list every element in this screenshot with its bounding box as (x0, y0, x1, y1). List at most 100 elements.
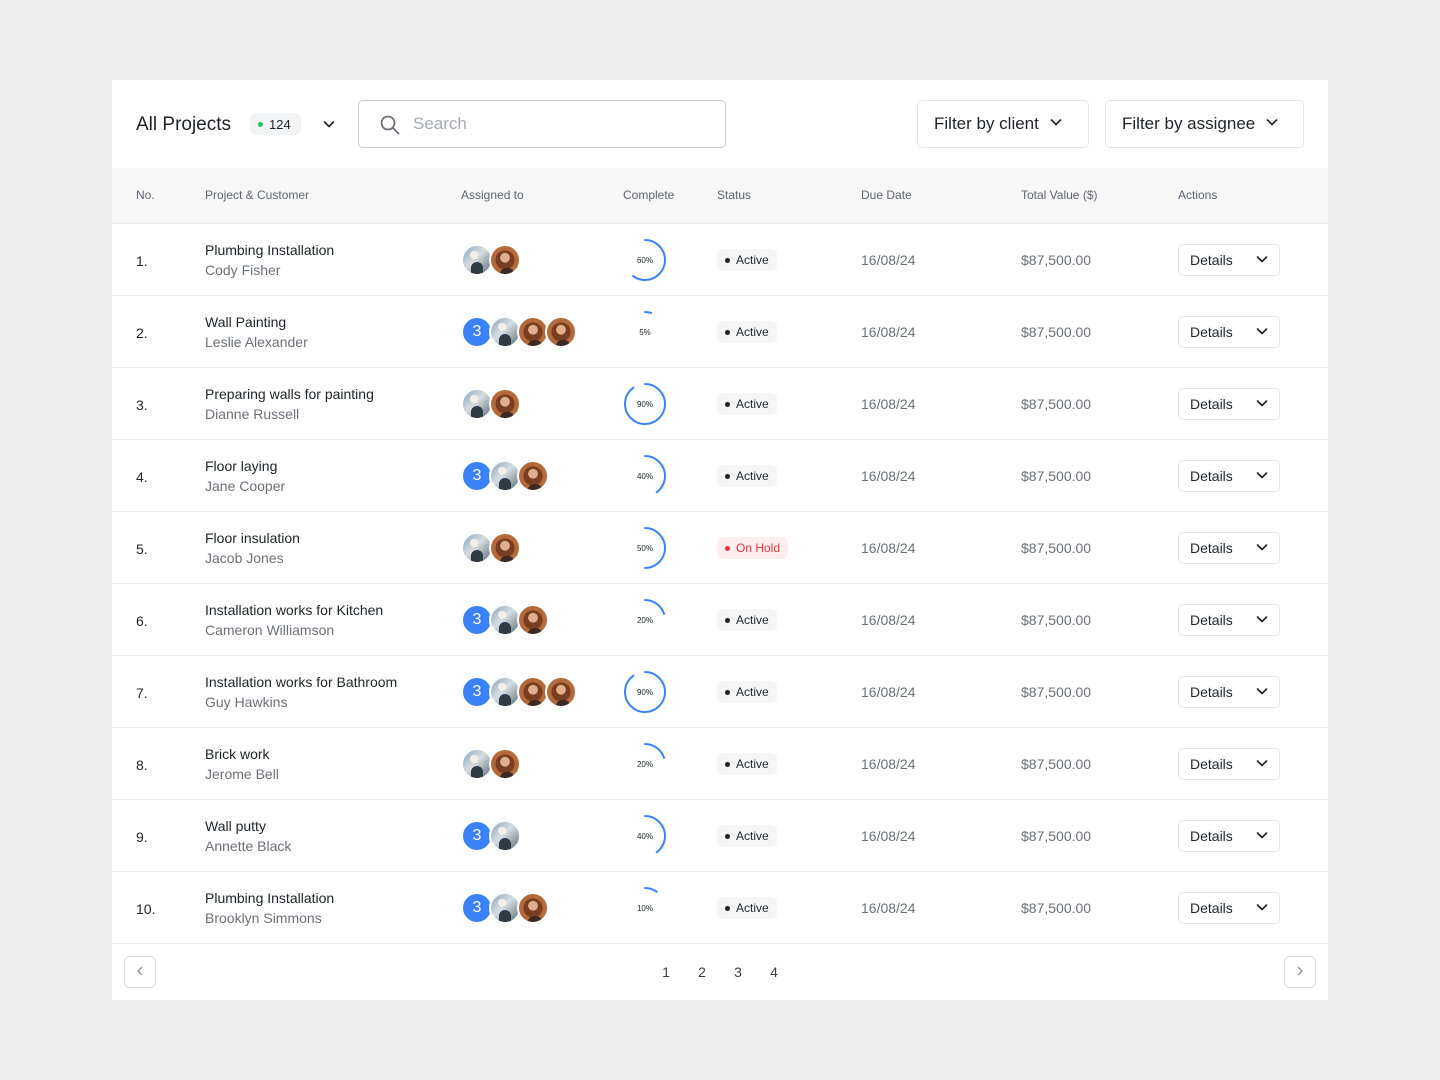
prev-page-button[interactable] (124, 956, 156, 988)
avatar[interactable] (489, 748, 521, 780)
table-row[interactable]: 1. Plumbing Installation Cody Fisher 60% Act… (112, 224, 1328, 296)
filter-by-client-dropdown[interactable]: Filter by client (917, 100, 1089, 148)
page-3[interactable]: 3 (730, 964, 746, 980)
actions-cell: Details (1178, 892, 1280, 924)
table-row[interactable]: 7. Installation works for Bathroom Guy Haw… (112, 656, 1328, 728)
chevron-right-icon (1295, 963, 1305, 981)
page-1[interactable]: 1 (658, 964, 674, 980)
status-cell: Active (717, 393, 777, 415)
page-4[interactable]: 4 (766, 964, 782, 980)
project-cell[interactable]: Installation works for Kitchen Cameron Wi… (205, 584, 425, 656)
row-number: 9. (136, 829, 148, 845)
project-cell[interactable]: Floor insulation Jacob Jones (205, 512, 425, 584)
table-row[interactable]: 5. Floor insulation Jacob Jones 50% On Hold 1… (112, 512, 1328, 584)
toolbar: All Projects 124 Filter by client Filter… (112, 80, 1328, 168)
details-button[interactable]: Details (1178, 748, 1280, 780)
avatar[interactable] (517, 460, 549, 492)
search-box[interactable] (358, 100, 726, 148)
table-row[interactable]: 2. Wall Painting Leslie Alexander 3 5% Active… (112, 296, 1328, 368)
page-2[interactable]: 2 (694, 964, 710, 980)
avatar[interactable] (489, 532, 521, 564)
details-button[interactable]: Details (1178, 892, 1280, 924)
details-button[interactable]: Details (1178, 820, 1280, 852)
avatar[interactable] (489, 820, 521, 852)
table-row[interactable]: 3. Preparing walls for painting Dianne Rus… (112, 368, 1328, 440)
next-page-button[interactable] (1284, 956, 1316, 988)
table-row[interactable]: 4. Floor laying Jane Cooper 3 40% Active 16/08… (112, 440, 1328, 512)
total-value: $87,500.00 (1021, 900, 1092, 916)
chevron-down-icon (1255, 324, 1269, 341)
assignees[interactable] (461, 532, 521, 564)
details-button[interactable]: Details (1178, 316, 1280, 348)
project-name: Floor insulation (205, 530, 300, 546)
table-row[interactable]: 9. Wall putty Annette Black 3 40% Active 16/08… (112, 800, 1328, 872)
project-cell[interactable]: Wall Painting Leslie Alexander (205, 296, 425, 368)
customer-name: Jacob Jones (205, 550, 284, 566)
assignees[interactable] (461, 244, 521, 276)
project-cell[interactable]: Installation works for Bathroom Guy Hawki… (205, 656, 425, 728)
col-project[interactable]: Project & Customer (205, 188, 309, 202)
due-date: 16/08/24 (861, 396, 916, 412)
progress-ring: 20% (623, 742, 667, 786)
avatar[interactable] (517, 892, 549, 924)
project-cell[interactable]: Floor laying Jane Cooper (205, 440, 425, 512)
project-name: Installation works for Kitchen (205, 602, 384, 618)
progress-label: 40% (637, 472, 653, 481)
assignees[interactable]: 3 (461, 316, 577, 348)
customer-name: Jane Cooper (205, 478, 286, 494)
filter-by-assignee-dropdown[interactable]: Filter by assignee (1105, 100, 1304, 148)
project-cell[interactable]: Brick work Jerome Bell (205, 728, 425, 800)
chevron-down-icon (1255, 252, 1269, 269)
progress-label: 50% (637, 544, 653, 553)
assignees[interactable]: 3 (461, 676, 577, 708)
status-cell: On Hold (717, 537, 789, 559)
col-total-value[interactable]: Total Value ($) (1021, 188, 1097, 202)
project-name: Floor laying (205, 458, 278, 474)
assignees[interactable]: 3 (461, 820, 521, 852)
project-name: Plumbing Installation (205, 890, 335, 906)
col-status[interactable]: Status (717, 188, 751, 202)
assignees[interactable] (461, 388, 521, 420)
project-cell[interactable]: Plumbing Installation Brooklyn Simmons (205, 872, 425, 944)
table-row[interactable]: 8. Brick work Jerome Bell 20% Active 16/08/24… (112, 728, 1328, 800)
details-button[interactable]: Details (1178, 532, 1280, 564)
progress-label: 90% (637, 688, 653, 697)
col-due-date[interactable]: Due Date (861, 188, 912, 202)
table-row[interactable]: 10. Plumbing Installation Brooklyn Simmons… (112, 872, 1328, 944)
col-actions: Actions (1178, 188, 1218, 202)
avatar[interactable] (489, 388, 521, 420)
status-label: Active (736, 613, 769, 627)
pagination: 1 2 3 4 (112, 944, 1328, 1000)
project-cell[interactable]: Preparing walls for painting Dianne Russe… (205, 368, 425, 440)
search-input[interactable] (413, 111, 703, 137)
col-assigned[interactable]: Assigned to (461, 188, 524, 202)
actions-cell: Details (1178, 316, 1280, 348)
details-button[interactable]: Details (1178, 604, 1280, 636)
details-button[interactable]: Details (1178, 676, 1280, 708)
col-no[interactable]: No. (136, 188, 155, 202)
progress-label: 5% (639, 328, 651, 337)
avatar[interactable] (489, 244, 521, 276)
assignees[interactable] (461, 748, 521, 780)
assignees[interactable]: 3 (461, 892, 549, 924)
total-value: $87,500.00 (1021, 612, 1092, 628)
details-button[interactable]: Details (1178, 388, 1280, 420)
status-dot (725, 401, 730, 407)
details-button[interactable]: Details (1178, 244, 1280, 276)
project-cell[interactable]: Plumbing Installation Cody Fisher (205, 224, 425, 296)
table-row[interactable]: 6. Installation works for Kitchen Cameron … (112, 584, 1328, 656)
due-date: 16/08/24 (861, 540, 916, 556)
col-complete[interactable]: Complete (623, 188, 674, 202)
chevron-down-icon[interactable] (320, 115, 338, 133)
avatar[interactable] (545, 676, 577, 708)
assignees[interactable]: 3 (461, 460, 549, 492)
project-cell[interactable]: Wall putty Annette Black (205, 800, 425, 872)
details-button[interactable]: Details (1178, 460, 1280, 492)
chevron-left-icon (135, 963, 145, 981)
assignees[interactable]: 3 (461, 604, 549, 636)
avatar[interactable] (517, 604, 549, 636)
status-badge: Active (717, 393, 777, 415)
progress-ring: 5% (623, 310, 667, 354)
chevron-down-icon (1049, 114, 1063, 134)
avatar[interactable] (545, 316, 577, 348)
